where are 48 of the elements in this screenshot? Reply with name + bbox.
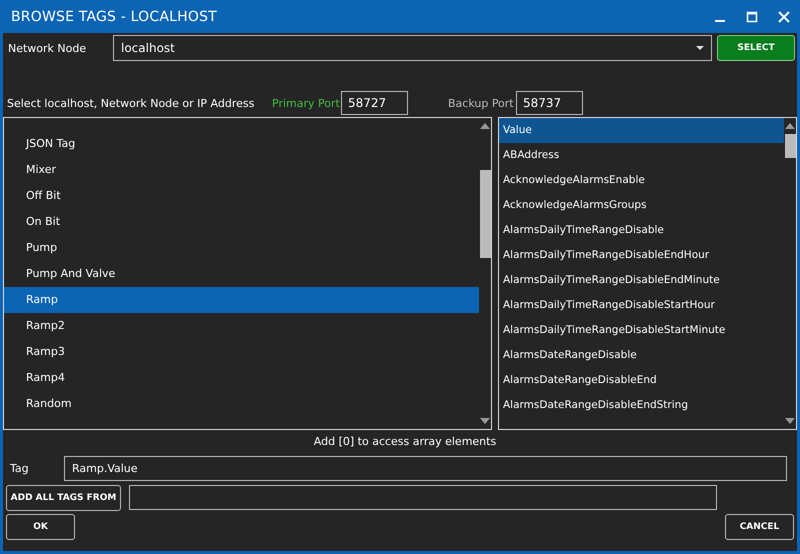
primary-port-label: Primary Port [272,96,341,110]
list-item[interactable]: Pump [4,235,479,261]
list-item[interactable]: Value [499,118,784,143]
source-field[interactable] [129,485,717,510]
list-item[interactable]: AlarmsDailyTimeRangeDisableEndHour [499,243,784,268]
scroll-down-icon[interactable] [785,418,795,424]
list-item[interactable]: Ramp3 [4,339,479,365]
list-item[interactable]: Ramp4 [4,365,479,391]
scroll-up-icon[interactable] [785,123,795,129]
list-item[interactable]: AcknowledgeAlarmsEnable [499,168,784,193]
backup-port-label: Backup Port [448,96,515,110]
list-item[interactable]: Ramp2 [4,313,479,339]
ok-button[interactable]: OK [6,514,75,540]
list-item[interactable]: Pump And Valve [4,261,479,287]
scroll-up-icon[interactable] [480,123,490,129]
tag-field[interactable]: Ramp.Value [64,456,787,481]
scroll-thumb[interactable] [784,134,796,158]
list-item[interactable]: Random [4,391,479,417]
maximize-icon[interactable] [746,10,758,22]
add-all-tags-button[interactable]: ADD ALL TAGS FROM [6,484,121,510]
scroll-down-icon[interactable] [480,418,490,424]
list-item[interactable]: AcknowledgeAlarmsGroups [499,193,784,218]
list-item[interactable]: Off Bit [4,183,479,209]
list-item[interactable]: AlarmsDailyTimeRangeDisableEndMinute [499,268,784,293]
caret-icon [696,46,704,50]
list-item[interactable]: AlarmsDailyTimeRangeDisable [499,218,784,243]
list-item[interactable]: ABAddress [499,143,784,168]
backup-port-field[interactable]: 58737 [516,91,583,115]
list-item[interactable]: AlarmsDailyTimeRangeDisableStartMinute [499,318,784,343]
list-item[interactable]: AlarmsDateRangeDisableEnd [499,368,784,393]
array-hint-text: Add [0] to access array elements [314,435,496,448]
hint-text: Select localhost, Network Node or IP Address [7,96,256,110]
list-item[interactable]: AlarmsDailyTimeRangeDisableStartHour [499,293,784,318]
primary-port-field[interactable]: 58727 [341,91,408,115]
network-node-dropdown[interactable]: localhost [113,35,712,61]
select-button[interactable]: SELECT [717,35,795,61]
list-item[interactable]: Ramp [4,287,479,313]
list-item[interactable]: AlarmsDateRangeDisableEndString [499,393,784,418]
network-node-label: Network Node [8,42,88,54]
list-item[interactable]: JSON Tag [4,131,479,157]
cancel-button[interactable]: CANCEL [725,514,794,540]
list-item[interactable]: AlarmsDateRangeDisable [499,343,784,368]
window-title: BROWSE TAGS - LOCALHOST [11,8,218,24]
tag-label: Tag [10,462,30,475]
list-item[interactable]: On Bit [4,209,479,235]
list-item[interactable]: Mixer [4,157,479,183]
close-icon[interactable] [778,10,790,22]
scroll-thumb[interactable] [480,170,490,258]
